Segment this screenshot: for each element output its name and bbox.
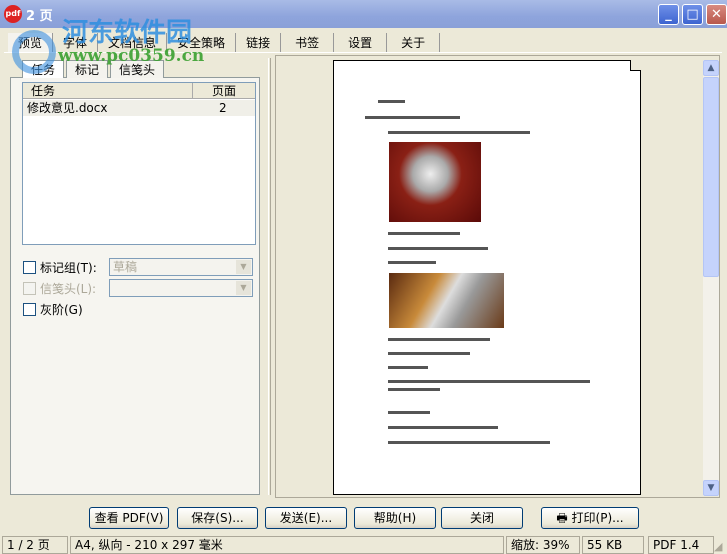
mark-group-select[interactable]: 草稿 ▼ — [109, 258, 253, 276]
scrollbar-thumb[interactable] — [703, 77, 719, 277]
tab-about[interactable]: 关于 — [387, 33, 441, 53]
scroll-down-button[interactable]: ▼ — [703, 480, 719, 496]
preview-text-line — [388, 380, 590, 383]
preview-text-line — [365, 116, 460, 119]
preview-text-line — [388, 366, 428, 369]
watermark-logo — [12, 30, 56, 74]
scroll-up-button[interactable]: ▲ — [703, 60, 719, 76]
chevron-down-icon: ▼ — [236, 281, 251, 295]
preview-text-line — [388, 261, 436, 264]
resize-grip-icon[interactable]: ◢ — [714, 540, 722, 553]
grayscale-label: 灰阶(G) — [40, 303, 83, 317]
window-title: 2 页 — [26, 9, 53, 24]
preview-text-line — [388, 388, 440, 391]
task-pages: 2 — [219, 101, 227, 115]
tab-settings[interactable]: 设置 — [334, 33, 388, 53]
task-name: 修改意见.docx — [27, 101, 108, 115]
maximize-button[interactable]: □ — [682, 4, 703, 25]
watermark-text: 河东软件园 — [62, 18, 193, 48]
grayscale-checkbox[interactable] — [23, 303, 36, 316]
preview-text-line — [388, 426, 498, 429]
minimize-button[interactable]: _ — [658, 4, 679, 25]
save-button[interactable]: 保存(S)... — [177, 507, 258, 529]
help-button[interactable]: 帮助(H) — [354, 507, 436, 529]
send-button[interactable]: 发送(E)... — [265, 507, 347, 529]
preview-text-line — [388, 411, 430, 414]
mark-group-value: 草稿 — [113, 260, 138, 274]
tab-bookmarks[interactable]: 书签 — [281, 33, 335, 53]
tab-links[interactable]: 链接 — [236, 33, 282, 53]
printer-icon: 🖶 — [556, 511, 572, 525]
status-zoom: 缩放: 39% — [506, 536, 580, 554]
letterhead-checkbox[interactable] — [23, 282, 36, 295]
preview-image — [389, 142, 481, 222]
column-header-task[interactable]: 任务 — [23, 83, 193, 99]
status-size: 55 KB — [582, 536, 644, 554]
column-header-pages[interactable]: 页面 — [193, 83, 255, 99]
close-window-button[interactable]: ✕ — [706, 4, 727, 25]
print-label: 打印(P)... — [571, 511, 624, 525]
preview-text-line — [388, 441, 550, 444]
preview-image — [389, 273, 504, 328]
status-page: 1 / 2 页 — [2, 536, 68, 554]
mark-group-checkbox[interactable] — [23, 261, 36, 274]
status-version: PDF 1.4 — [648, 536, 714, 554]
chevron-down-icon: ▼ — [236, 260, 251, 274]
status-paper: A4, 纵向 - 210 x 297 毫米 — [70, 536, 504, 554]
preview-text-line — [388, 352, 470, 355]
mark-group-label: 标记组(T): — [40, 261, 97, 275]
letterhead-select[interactable]: ▼ — [109, 279, 253, 297]
view-pdf-button[interactable]: 查看 PDF(V) — [89, 507, 169, 529]
pdf-app-icon: pdf — [4, 5, 22, 23]
splitter[interactable] — [268, 58, 271, 495]
close-button[interactable]: 关闭 — [441, 507, 523, 529]
preview-text-line — [388, 338, 490, 341]
print-button[interactable]: 🖶 打印(P)... — [541, 507, 639, 529]
watermark-url: www.pc0359.cn — [58, 46, 205, 66]
preview-text-line — [388, 247, 488, 250]
preview-text-line — [378, 100, 405, 103]
letterhead-label: 信笺头(L): — [40, 282, 97, 296]
table-row[interactable]: 修改意见.docx 2 — [23, 100, 255, 116]
preview-text-line — [388, 232, 460, 235]
page-fold-corner — [630, 60, 641, 71]
task-list[interactable]: 任务 页面 修改意见.docx 2 — [22, 82, 256, 245]
preview-text-line — [388, 131, 530, 134]
